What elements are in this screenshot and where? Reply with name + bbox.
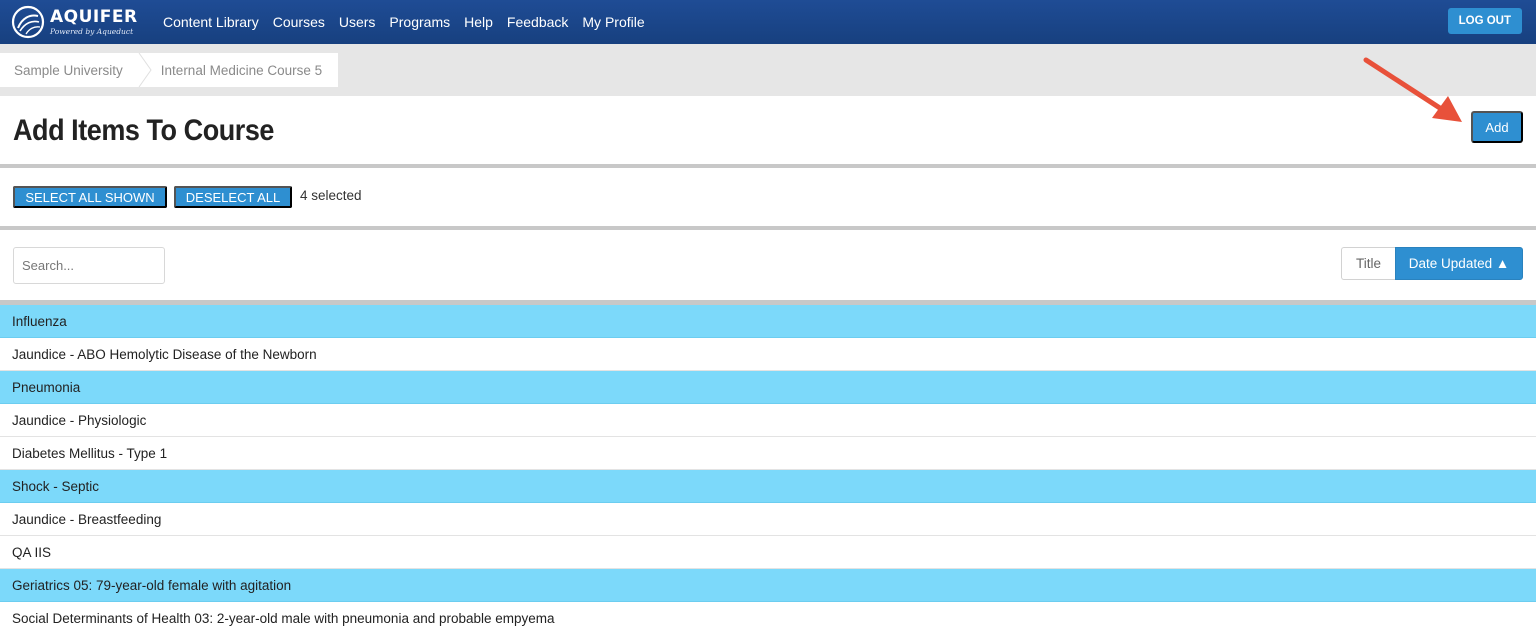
search-input[interactable] (13, 247, 165, 284)
arrow-annotation-icon (1363, 57, 1462, 122)
select-all-shown-button[interactable]: SELECT ALL SHOWN (13, 186, 167, 208)
add-button[interactable]: Add (1471, 111, 1523, 143)
aquifer-logo-icon (11, 5, 45, 39)
page-title: Add Items To Course (13, 114, 274, 147)
breadcrumb-item-course[interactable]: Internal Medicine Course 5 (155, 53, 338, 87)
nav-link-my-profile[interactable]: My Profile (575, 14, 651, 30)
list-item[interactable]: Influenza (0, 305, 1536, 338)
list-item[interactable]: Jaundice - Physiologic (0, 404, 1536, 437)
page-header: Add Items To Course Add (0, 96, 1536, 164)
sort-by-title-button[interactable]: Title (1341, 247, 1395, 280)
nav-links: Content Library Courses Users Programs H… (156, 0, 652, 44)
breadcrumb-separator-icon (137, 53, 155, 87)
logout-button[interactable]: LOG OUT (1447, 8, 1522, 34)
logo-tagline: Powered by Aqueduct (50, 26, 134, 36)
selection-toolbar: SELECT ALL SHOWN DESELECT ALL 4 selected (0, 168, 1536, 226)
logo-name: AQUIFER (50, 6, 138, 27)
list-item[interactable]: Jaundice - Breastfeeding (0, 503, 1536, 536)
item-list: Influenza Jaundice - ABO Hemolytic Disea… (0, 305, 1536, 631)
deselect-all-button[interactable]: DESELECT ALL (174, 186, 292, 208)
breadcrumb-item-university[interactable]: Sample University (0, 53, 137, 87)
list-item[interactable]: Shock - Septic (0, 470, 1536, 503)
selected-count: 4 selected (300, 188, 362, 203)
aquifer-logo[interactable]: AQUIFER Powered by Aqueduct (10, 3, 137, 41)
sort-toggle: Title Date Updated ▲ (1341, 247, 1523, 280)
list-item[interactable]: QA IIS (0, 536, 1536, 569)
nav-link-help[interactable]: Help (457, 14, 500, 30)
sort-by-date-updated-button[interactable]: Date Updated ▲ (1395, 247, 1523, 280)
list-item[interactable]: Diabetes Mellitus - Type 1 (0, 437, 1536, 470)
breadcrumb: Sample University Internal Medicine Cour… (0, 53, 339, 87)
list-item[interactable]: Social Determinants of Health 03: 2-year… (0, 602, 1536, 631)
nav-link-programs[interactable]: Programs (382, 14, 457, 30)
top-navbar: AQUIFER Powered by Aqueduct Content Libr… (0, 0, 1536, 44)
nav-link-feedback[interactable]: Feedback (500, 14, 575, 30)
list-item[interactable]: Geriatrics 05: 79-year-old female with a… (0, 569, 1536, 602)
breadcrumb-bar: Sample University Internal Medicine Cour… (0, 44, 1536, 96)
list-item[interactable]: Jaundice - ABO Hemolytic Disease of the … (0, 338, 1536, 371)
nav-link-courses[interactable]: Courses (266, 14, 332, 30)
nav-link-content-library[interactable]: Content Library (156, 14, 266, 30)
filter-bar: Title Date Updated ▲ (0, 230, 1536, 301)
list-item[interactable]: Pneumonia (0, 371, 1536, 404)
nav-link-users[interactable]: Users (332, 14, 383, 30)
